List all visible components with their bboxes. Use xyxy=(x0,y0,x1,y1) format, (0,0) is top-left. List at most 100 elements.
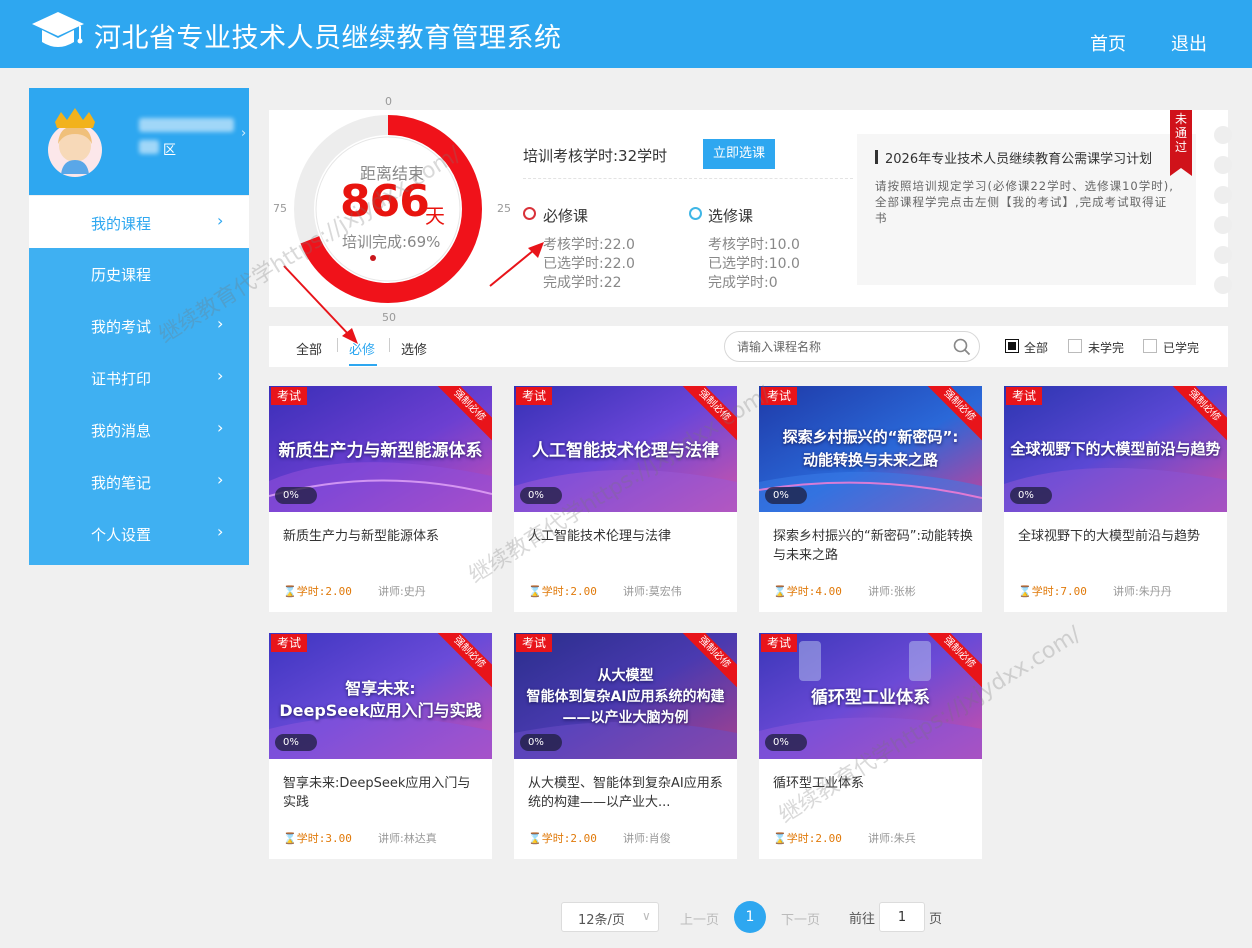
required-ring-icon xyxy=(523,207,536,220)
status-finished-checkbox[interactable] xyxy=(1143,339,1157,353)
select-courses-button[interactable]: 立即选课 xyxy=(703,139,775,169)
course-title: 循环型工业体系 xyxy=(773,776,865,791)
user-name-redacted xyxy=(139,118,234,132)
course-hours-value: 学时:7.00 xyxy=(1031,585,1087,598)
notice-bar xyxy=(875,150,878,164)
course-hours-value: 学时:2.00 xyxy=(296,585,352,598)
gauge-tick-label: 50 xyxy=(382,311,396,324)
logout-link[interactable]: 退出 xyxy=(1171,30,1207,56)
course-card[interactable]: 考试 强制必修 探索乡村振兴的“新密码”: 动能转换与未来之路 0% 探索乡村振… xyxy=(759,386,982,612)
chevron-down-icon: ∨ xyxy=(642,909,651,923)
sidebar-item-label: 我的课程 xyxy=(91,215,152,233)
elective-selected-hours: 已选学时:10.0 xyxy=(708,256,800,272)
course-cover: 考试 强制必修 探索乡村振兴的“新密码”: 动能转换与未来之路 0% xyxy=(759,386,982,512)
status-unfinished-checkbox[interactable] xyxy=(1068,339,1082,353)
hourglass-icon: ⌛ xyxy=(528,832,542,845)
study-plan-notice: 2026年专业技术人员继续教育公需课学习计划 请按照培训规定学习(必修课22学时… xyxy=(857,134,1196,285)
course-card[interactable]: 考试 强制必修 全球视野下的大模型前沿与趋势 0% 全球视野下的大模型前沿与趋势… xyxy=(1004,386,1227,612)
course-cover: 考试 强制必修 从大模型 智能体到复杂AI应用系统的构建 ——以产业大脑为例 0… xyxy=(514,633,737,759)
divider xyxy=(523,178,853,179)
progress-badge: 0% xyxy=(1010,487,1052,504)
course-hours: ⌛学时:2.00 xyxy=(773,830,842,846)
cover-title: 人工智能技术伦理与法律 xyxy=(532,441,719,461)
training-progress-label: 培训完成:69% xyxy=(342,233,441,251)
page-size-select[interactable]: 12条/页 ∨ xyxy=(561,902,659,932)
course-cover: 考试 强制必修 智享未来: DeepSeek应用入门与实践 0% xyxy=(269,633,492,759)
course-teacher: 讲师:张彬 xyxy=(868,585,916,598)
scallop-edge xyxy=(1214,186,1232,204)
course-teacher: 讲师:肖俊 xyxy=(623,832,671,845)
sidebar-item-my-courses[interactable]: 我的课程 › xyxy=(29,196,249,248)
current-page-button[interactable]: 1 xyxy=(734,901,766,933)
course-hours-value: 学时:2.00 xyxy=(541,585,597,598)
sidebar-item-my-messages[interactable]: 我的消息 › xyxy=(29,404,249,456)
scallop-edge xyxy=(1214,156,1232,174)
sidebar-item-my-exams[interactable]: 我的考试 › xyxy=(29,300,249,352)
chevron-right-icon: › xyxy=(217,470,224,489)
course-title: 从大模型、智能体到复杂AI应用系统的构建——以产业大... xyxy=(528,776,723,810)
notice-title: 2026年专业技术人员继续教育公需课学习计划 xyxy=(885,152,1153,167)
progress-badge: 0% xyxy=(765,734,807,751)
chevron-right-icon: › xyxy=(217,314,224,333)
next-page-button[interactable]: 下一页 xyxy=(781,909,820,928)
cover-subtitle: 智能体到复杂AI应用系统的构建 xyxy=(526,689,725,705)
avatar xyxy=(48,108,102,177)
scallop-edge xyxy=(1214,216,1232,234)
sidebar-item-history-courses[interactable]: 历史课程 xyxy=(29,248,249,300)
tab-required[interactable]: 必修 xyxy=(349,339,375,358)
required-assess-hours: 考核学时:22.0 xyxy=(543,237,635,253)
sidebar-item-label: 我的考试 xyxy=(91,318,152,336)
course-hours-value: 学时:3.00 xyxy=(296,832,352,845)
course-hours-value: 学时:2.00 xyxy=(541,832,597,845)
tab-all[interactable]: 全部 xyxy=(296,339,322,358)
course-card[interactable]: 考试 强制必修 智享未来: DeepSeek应用入门与实践 0% 智享未来:De… xyxy=(269,633,492,859)
course-card[interactable]: 考试 强制必修 人工智能技术伦理与法律 0% 人工智能技术伦理与法律 ⌛学时:2… xyxy=(514,386,737,612)
elective-assess-hours: 考核学时:10.0 xyxy=(708,237,800,253)
sidebar-item-personal-settings[interactable]: 个人设置 › xyxy=(29,508,249,560)
hourglass-icon: ⌛ xyxy=(283,585,297,598)
cover-title: 新质生产力与新型能源体系 xyxy=(278,441,483,461)
course-teacher: 讲师:林达真 xyxy=(378,832,437,845)
user-profile-card[interactable]: 区 › xyxy=(29,88,249,195)
course-hours: ⌛学时:4.00 xyxy=(773,583,842,599)
system-title: 河北省专业技术人员继续教育管理系统 xyxy=(94,23,562,54)
search-input[interactable] xyxy=(737,339,937,355)
course-search-box xyxy=(724,331,980,362)
progress-badge: 0% xyxy=(520,487,562,504)
chevron-right-icon: › xyxy=(217,211,224,230)
course-card[interactable]: 考试 强制必修 循环型工业体系 0% 循环型工业体系 ⌛学时:2.00 讲师:朱… xyxy=(759,633,982,859)
goto-page-input[interactable] xyxy=(879,902,925,932)
scallop-edge xyxy=(1214,246,1232,264)
hourglass-icon: ⌛ xyxy=(773,832,787,845)
elective-completed-hours: 完成学时:0 xyxy=(708,275,778,291)
required-completed-hours: 完成学时:22 xyxy=(543,275,622,291)
chevron-right-icon: › xyxy=(217,522,224,541)
status-all-checkbox[interactable] xyxy=(1005,339,1019,353)
home-link[interactable]: 首页 xyxy=(1090,30,1126,56)
sidebar-item-label: 我的笔记 xyxy=(91,474,152,492)
prev-page-button[interactable]: 上一页 xyxy=(680,909,719,928)
cover-title: 探索乡村振兴的“新密码”: xyxy=(782,428,959,446)
cover-title: 全球视野下的大模型前沿与趋势 xyxy=(1010,440,1221,458)
scallop-edge xyxy=(1214,126,1232,144)
notice-body: 请按照培训规定学习(必修课22学时、选修课10学时),全部课程学完点击左侧【我的… xyxy=(875,179,1174,225)
course-hours: ⌛学时:2.00 xyxy=(528,583,597,599)
course-hours: ⌛学时:3.00 xyxy=(283,830,352,846)
scallop-edge xyxy=(1214,276,1232,294)
tab-separator xyxy=(389,338,390,352)
chevron-right-icon: › xyxy=(217,418,224,437)
top-header: 河北省专业技术人员继续教育管理系统 首页 退出 xyxy=(0,0,1252,68)
progress-badge: 0% xyxy=(765,487,807,504)
sidebar-item-certificate-print[interactable]: 证书打印 › xyxy=(29,352,249,404)
goto-label: 前往 xyxy=(849,912,876,927)
course-cover: 考试 强制必修 循环型工业体系 0% xyxy=(759,633,982,759)
active-tab-underline xyxy=(349,364,377,366)
tab-elective[interactable]: 选修 xyxy=(401,339,427,358)
sidebar-item-my-notes[interactable]: 我的笔记 › xyxy=(29,456,249,508)
sidebar-item-label: 历史课程 xyxy=(91,266,152,284)
sidebar-item-label: 我的消息 xyxy=(91,422,152,440)
course-card[interactable]: 考试 强制必修 从大模型 智能体到复杂AI应用系统的构建 ——以产业大脑为例 0… xyxy=(514,633,737,859)
course-card[interactable]: 考试 强制必修 新质生产力与新型能源体系 0% 新质生产力与新型能源体系 ⌛学时… xyxy=(269,386,492,612)
search-icon[interactable] xyxy=(953,338,971,356)
course-teacher: 讲师:莫宏伟 xyxy=(623,585,682,598)
